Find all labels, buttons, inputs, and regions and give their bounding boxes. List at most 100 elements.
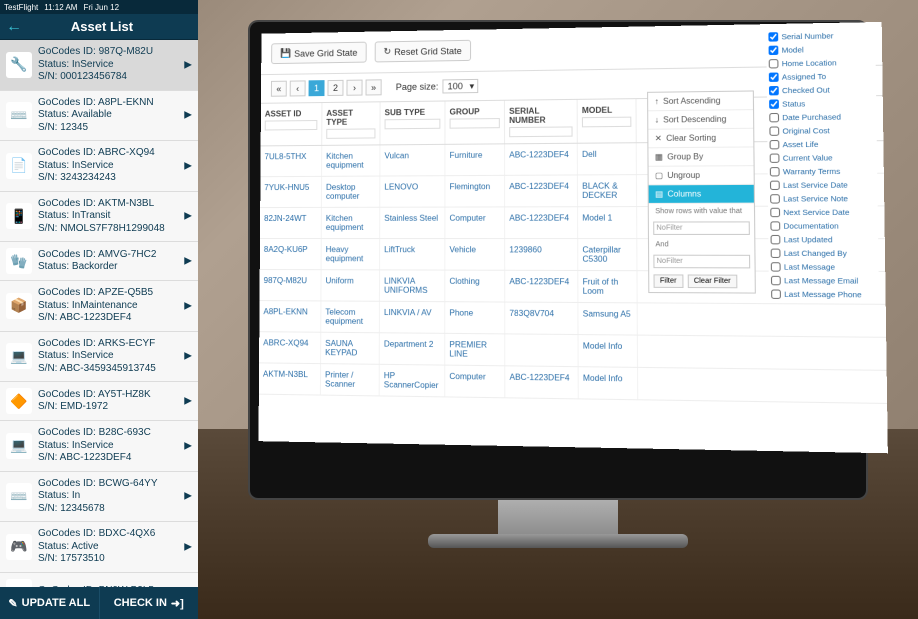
group-icon: ▦ (655, 152, 663, 161)
column-chooser-item[interactable]: Current Value (767, 151, 877, 165)
asset-list[interactable]: 🔧GoCodes ID: 987Q-M82UStatus: InServiceS… (0, 40, 198, 587)
column-checkbox[interactable] (770, 208, 780, 217)
column-header[interactable]: SERIAL NUMBER (505, 100, 578, 143)
column-chooser-label: Current Value (783, 153, 833, 163)
column-chooser-item[interactable]: Documentation (768, 219, 878, 233)
pager-button[interactable]: 2 (327, 80, 343, 96)
column-header-label: GROUP (450, 107, 500, 117)
asset-list-item[interactable]: 💻GoCodes ID: B28C-693CStatus: InServiceS… (0, 421, 198, 472)
asset-list-item[interactable]: 💻GoCodes ID: ARKS-ECYFStatus: InServiceS… (0, 332, 198, 383)
pager-button[interactable]: › (346, 80, 362, 96)
column-checkbox[interactable] (771, 249, 781, 258)
column-checkbox[interactable] (770, 167, 780, 176)
asset-list-item[interactable]: 📱GoCodes ID: AKTM-N3BLStatus: InTransitS… (0, 192, 198, 243)
column-chooser-item[interactable]: Original Cost (767, 123, 877, 138)
clear-sorting-item[interactable]: ✕Clear Sorting (648, 129, 753, 149)
column-chooser-item[interactable]: Next Service Date (768, 205, 878, 219)
check-in-button[interactable]: CHECK IN ➜] (100, 587, 199, 619)
column-filter-input[interactable] (265, 120, 318, 130)
column-filter-input[interactable] (582, 117, 631, 128)
column-chooser-item[interactable]: Asset Life (767, 137, 877, 151)
table-cell: LINKVIA / AV (380, 302, 445, 333)
filter-button[interactable]: Filter (653, 274, 683, 288)
column-checkbox[interactable] (770, 140, 780, 149)
column-filter-input[interactable] (509, 126, 572, 137)
column-chooser-item[interactable]: Last Service Note (768, 192, 878, 206)
column-checkbox[interactable] (771, 235, 781, 244)
column-chooser-item[interactable]: Warranty Terms (768, 164, 878, 178)
column-checkbox[interactable] (771, 262, 781, 271)
column-checkbox[interactable] (769, 73, 779, 82)
column-header[interactable]: SUB TYPE (380, 102, 445, 145)
back-arrow-icon[interactable]: ← (6, 18, 22, 36)
filter-condition-1[interactable]: NoFilter (653, 221, 750, 235)
column-checkbox[interactable] (770, 153, 780, 162)
column-checkbox[interactable] (769, 59, 779, 68)
page-size-select[interactable]: 100 ▾ (442, 79, 478, 94)
column-chooser-label: Last Message Email (784, 276, 858, 286)
asset-list-item[interactable]: 🎮GoCodes ID: BDXC-4QX6Status: ActiveS/N:… (0, 522, 198, 573)
column-chooser-item[interactable]: Last Changed By (768, 246, 878, 260)
table-cell: 82JN-24WT (260, 208, 322, 238)
column-chooser-item[interactable]: Status (767, 96, 876, 111)
column-checkbox[interactable] (770, 194, 780, 203)
pager-button[interactable]: » (366, 79, 382, 95)
table-cell: 987Q-M82U (260, 270, 322, 300)
asset-list-item[interactable]: GoCodes ID: BN9W-B2L5▶ (0, 573, 198, 588)
asset-list-item[interactable]: 📦GoCodes ID: APZE-Q5B5Status: InMaintena… (0, 281, 198, 332)
pager-button[interactable]: 1 (309, 80, 325, 96)
table-cell: Printer / Scanner (321, 364, 380, 395)
sort-ascending-item[interactable]: ↑Sort Ascending (648, 91, 753, 111)
group-by-item[interactable]: ▦Group By (648, 147, 753, 166)
column-header[interactable]: ASSET ID (261, 103, 323, 145)
sort-descending-item[interactable]: ↓Sort Descending (648, 110, 753, 130)
column-chooser-item[interactable]: Last Updated (768, 233, 878, 247)
asset-list-item[interactable]: 🔧GoCodes ID: 987Q-M82UStatus: InServiceS… (0, 40, 198, 91)
chevron-right-icon: ▶ (184, 300, 192, 311)
asset-serial: S/N: EMD-1972 (38, 401, 151, 414)
column-checkbox[interactable] (769, 113, 779, 122)
column-checkbox[interactable] (769, 126, 779, 135)
table-cell: Furniture (445, 144, 505, 175)
table-row[interactable]: AKTM-N3BLPrinter / ScannerHP ScannerCopi… (259, 363, 887, 404)
column-checkbox[interactable] (770, 181, 780, 190)
column-checkbox[interactable] (770, 221, 780, 230)
clear-filter-button[interactable]: Clear Filter (687, 274, 737, 288)
asset-list-item[interactable]: ⌨️GoCodes ID: BCWG-64YYStatus: InS/N: 12… (0, 472, 198, 523)
columns-item[interactable]: ▤Columns (649, 185, 754, 204)
column-header[interactable]: GROUP (445, 101, 505, 144)
column-checkbox[interactable] (771, 276, 781, 285)
column-checkbox[interactable] (769, 46, 779, 55)
ungroup-item[interactable]: ▢Ungroup (649, 166, 754, 185)
table-cell (505, 334, 578, 366)
pager-button[interactable]: ‹ (290, 80, 306, 96)
column-checkbox[interactable] (771, 289, 781, 299)
column-chooser-item[interactable]: Last Message (769, 260, 879, 274)
column-checkbox[interactable] (769, 99, 779, 108)
column-chooser-item[interactable]: Last Message Phone (769, 287, 879, 301)
column-checkbox[interactable] (768, 32, 778, 41)
asset-thumbnail-icon: 🔶 (6, 388, 32, 414)
pager-button[interactable]: « (271, 81, 287, 97)
column-header[interactable]: MODEL (578, 99, 637, 143)
asset-list-item[interactable]: ⌨️GoCodes ID: A8PL-EKNNStatus: Available… (0, 91, 198, 142)
asset-list-item[interactable]: 🧤GoCodes ID: AMVG-7HC2Status: Backorder▶ (0, 242, 198, 281)
asset-list-item[interactable]: 🔶GoCodes ID: AY5T-HZ8KS/N: EMD-1972▶ (0, 382, 198, 421)
login-icon: ➜] (171, 597, 184, 610)
filter-condition-2[interactable]: NoFilter (653, 255, 750, 269)
column-chooser-item[interactable]: Last Service Date (768, 178, 878, 192)
column-checkbox[interactable] (769, 86, 779, 95)
column-filter-input[interactable] (450, 118, 500, 129)
save-grid-state-button[interactable]: 💾 Save Grid State (271, 42, 366, 64)
reset-grid-state-button[interactable]: ↻ Reset Grid State (374, 40, 470, 63)
column-filter-input[interactable] (326, 128, 375, 138)
update-all-button[interactable]: ✎ UPDATE ALL (0, 587, 100, 619)
column-chooser-item[interactable]: Last Message Email (769, 274, 879, 288)
column-chooser-item[interactable]: Date Purchased (767, 110, 876, 125)
column-header[interactable]: ASSET TYPE (322, 102, 380, 145)
column-chooser-item[interactable]: Checked Out (767, 83, 876, 98)
asset-text: GoCodes ID: A8PL-EKNNStatus: AvailableS/… (38, 97, 154, 135)
column-filter-input[interactable] (385, 119, 441, 130)
asset-list-item[interactable]: 📄GoCodes ID: ABRC-XQ94Status: InServiceS… (0, 141, 198, 192)
column-chooser-label: Status (782, 99, 805, 109)
